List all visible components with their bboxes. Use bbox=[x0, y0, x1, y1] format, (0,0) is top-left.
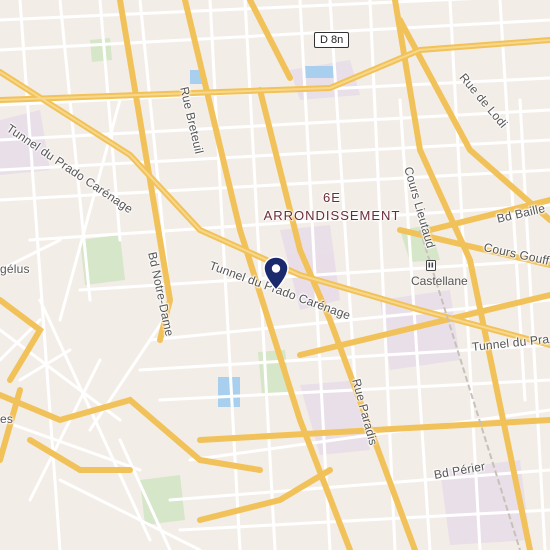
place-label-angelus: gélus bbox=[0, 262, 30, 276]
location-pin-icon[interactable] bbox=[262, 256, 290, 292]
metro-icon[interactable] bbox=[426, 260, 436, 271]
map-view[interactable]: Tunnel du Prado Carénage Rue Breteuil Bd… bbox=[0, 0, 550, 550]
station-label[interactable]: Castellane bbox=[411, 274, 468, 288]
place-label-edge: es bbox=[0, 412, 14, 426]
district-name: ARRONDISSEMENT bbox=[263, 208, 401, 223]
road-shield: D 8n bbox=[314, 32, 350, 48]
district-number: 6E bbox=[323, 190, 341, 205]
district-label: 6E ARRONDISSEMENT bbox=[262, 189, 402, 225]
